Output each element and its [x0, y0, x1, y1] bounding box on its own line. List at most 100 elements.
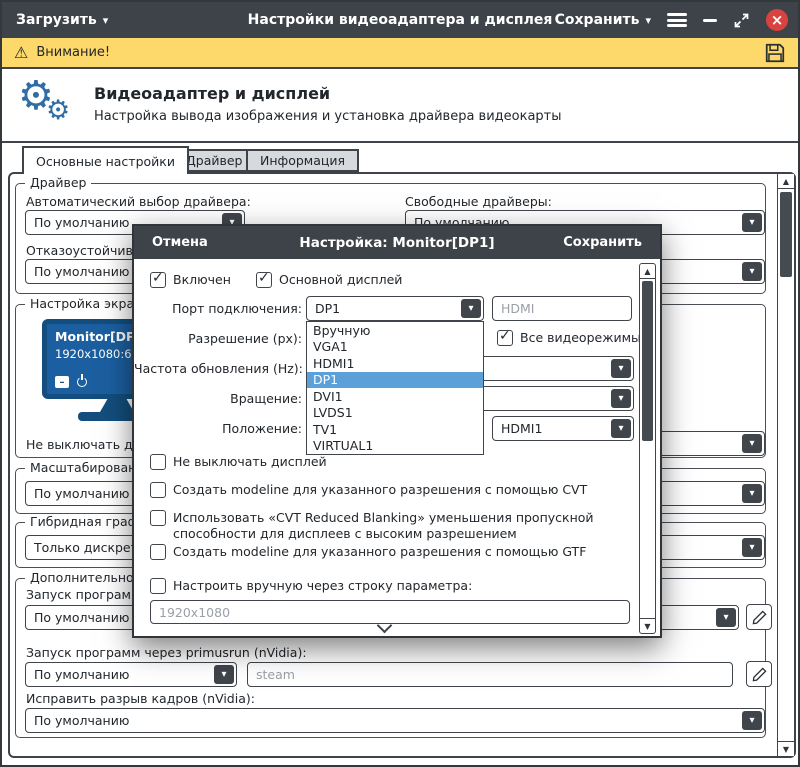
checkbox-label: Использовать «CVT Reduced Blanking» умен…: [173, 510, 628, 541]
dropdown-option[interactable]: HDMI1: [307, 355, 483, 372]
dialog-cancel-button[interactable]: Отмена: [152, 226, 208, 259]
enabled-checkbox[interactable]: Включен: [150, 272, 231, 288]
warning-icon: ⚠: [14, 45, 28, 61]
select-value: HDMI1: [501, 417, 542, 440]
tearfree-select[interactable]: По умолчанию ▾: [25, 708, 765, 733]
reduced-blanking-checkbox[interactable]: Использовать «CVT Reduced Blanking» умен…: [150, 510, 628, 541]
run-primus-label: Запуск программ через primusrun (nVidia)…: [26, 645, 307, 660]
minimize-button[interactable]: [703, 19, 717, 22]
caret-down-icon: ▾: [742, 484, 762, 503]
titlebar-actions: Сохранить ▾ ×: [555, 2, 788, 38]
checkbox-label: Основной дисплей: [279, 272, 402, 288]
checkbox-checked-icon: [497, 330, 513, 346]
port-select[interactable]: DP1 ▾: [306, 296, 484, 321]
scroll-up-button[interactable]: ▲: [640, 264, 655, 279]
pencil-icon: [752, 667, 767, 682]
caret-down-icon: ▾: [214, 665, 234, 684]
dropdown-option[interactable]: VGA1: [307, 339, 483, 356]
dialog-scrollbar[interactable]: ▲ ▼: [639, 263, 656, 634]
checkbox-icon: [150, 578, 166, 594]
titlebar: Загрузить ▾ Настройки видеоадаптера и ди…: [2, 2, 798, 38]
primary-display-checkbox[interactable]: Основной дисплей: [256, 272, 402, 288]
monitor-stand: [100, 399, 134, 412]
gtf-checkbox[interactable]: Создать modeline для указанного разрешен…: [150, 544, 628, 560]
tab-information[interactable]: Информация: [246, 149, 359, 172]
caret-down-icon: ▾: [742, 213, 762, 232]
position-label: Положение:: [134, 416, 302, 441]
edit-optimus-button[interactable]: [746, 604, 772, 630]
checkbox-checked-icon: [150, 272, 166, 288]
select-value: DP1: [315, 297, 340, 320]
save-file-button[interactable]: [764, 42, 786, 64]
auto-driver-label: Автоматический выбор драйвера:: [26, 194, 251, 209]
group-extra-legend: Дополнительно: [25, 570, 139, 585]
select-value: По умолчанию: [34, 260, 129, 283]
close-icon: ×: [771, 11, 784, 29]
save-menu-button[interactable]: Сохранить ▾: [555, 12, 651, 28]
main-scrollbar[interactable]: ▲ ▼: [777, 174, 794, 756]
refresh-label: Частота обновления (Hz):: [134, 356, 302, 381]
hamburger-icon: [667, 13, 687, 16]
group-driver-legend: Драйвер: [25, 175, 91, 190]
edit-primus-button[interactable]: [746, 661, 772, 687]
scroll-down-button[interactable]: ▼: [778, 741, 794, 756]
load-menu-label: Загрузить: [16, 12, 97, 28]
checkbox-icon: [150, 544, 166, 560]
save-menu-label: Сохранить: [555, 12, 640, 28]
port-manual-input[interactable]: [492, 296, 632, 321]
primus-apps-input[interactable]: [247, 662, 733, 687]
checkbox-label: Создать modeline для указанного разрешен…: [173, 482, 587, 498]
tab-main-settings[interactable]: Основные настройки: [22, 146, 189, 174]
free-drivers-label: Свободные драйверы:: [405, 194, 552, 209]
cvt-checkbox[interactable]: Создать modeline для указанного разрешен…: [150, 482, 628, 498]
scrollbar-thumb[interactable]: [780, 192, 792, 277]
run-primus-select[interactable]: По умолчанию ▾: [25, 662, 237, 687]
all-modes-checkbox[interactable]: Все видеорежимы: [497, 330, 641, 346]
caret-down-icon: ▾: [103, 15, 109, 26]
dropdown-option[interactable]: DVI1: [307, 388, 483, 405]
dropdown-option[interactable]: Вручную: [307, 322, 483, 339]
warning-text: Внимание!: [36, 45, 110, 60]
hamburger-icon: [667, 19, 687, 22]
checkbox-icon: [150, 510, 166, 526]
dropdown-option[interactable]: VIRTUAL1: [307, 438, 483, 455]
select-value: По умолчанию: [34, 482, 129, 505]
app-window: Загрузить ▾ Настройки видеоадаптера и ди…: [0, 0, 800, 767]
caret-down-icon: ▾: [611, 359, 631, 378]
gear-icon: ⚙: [46, 95, 70, 126]
dropdown-option[interactable]: DP1: [307, 372, 483, 389]
rotation-label: Вращение:: [134, 386, 302, 411]
checkbox-label: Включен: [173, 272, 231, 288]
manual-mode-checkbox[interactable]: Настроить вручную через строку параметра…: [150, 578, 472, 594]
load-menu-button[interactable]: Загрузить ▾: [16, 2, 108, 38]
scroll-down-button[interactable]: ▼: [640, 618, 655, 633]
resolution-dropdown-list: ВручнуюVGA1HDMI1DP1DVI1LVDS1TV1VIRTUAL1: [306, 321, 484, 455]
resolution-label: Разрешение (px):: [134, 326, 302, 351]
select-value: По умолчанию: [34, 211, 129, 234]
caret-down-icon: ▾: [645, 15, 651, 26]
warning-bar: ⚠ Внимание!: [2, 38, 798, 69]
caret-down-icon: ▾: [716, 608, 736, 627]
app-header: ⚙ ⚙ Видеоадаптер и дисплей Настройка выв…: [2, 71, 798, 143]
scroll-up-button[interactable]: ▲: [778, 174, 794, 189]
select-value: По умолчанию: [34, 606, 129, 629]
checkbox-label: Не выключать дисплей: [173, 454, 327, 470]
menu-button[interactable]: [667, 13, 687, 27]
dropdown-option[interactable]: TV1: [307, 421, 483, 438]
gears-icon: ⚙ ⚙: [18, 77, 84, 137]
dropdown-option[interactable]: LVDS1: [307, 405, 483, 422]
scrollbar-thumb[interactable]: [642, 281, 653, 441]
tearfree-label: Исправить разрыв кадров (nVidia):: [26, 691, 255, 706]
position-relative-select[interactable]: HDMI1 ▾: [492, 416, 634, 441]
dialog-save-button[interactable]: Сохранить: [563, 226, 642, 259]
page-title: Видеоадаптер и дисплей: [94, 84, 330, 103]
checkbox-label: Все видеорежимы: [520, 330, 641, 346]
close-button[interactable]: ×: [766, 9, 788, 31]
monitor-settings-dialog: Отмена Настройка: Monitor[DP1] Сохранить…: [132, 224, 662, 638]
maximize-button[interactable]: [733, 12, 750, 29]
dialog-titlebar: Отмена Настройка: Monitor[DP1] Сохранить: [134, 226, 660, 259]
minimize-icon: –: [55, 376, 69, 388]
checkbox-icon: [150, 482, 166, 498]
manual-mode-input[interactable]: [150, 600, 630, 624]
dpms-checkbox[interactable]: Не выключать дисплей: [150, 454, 327, 470]
